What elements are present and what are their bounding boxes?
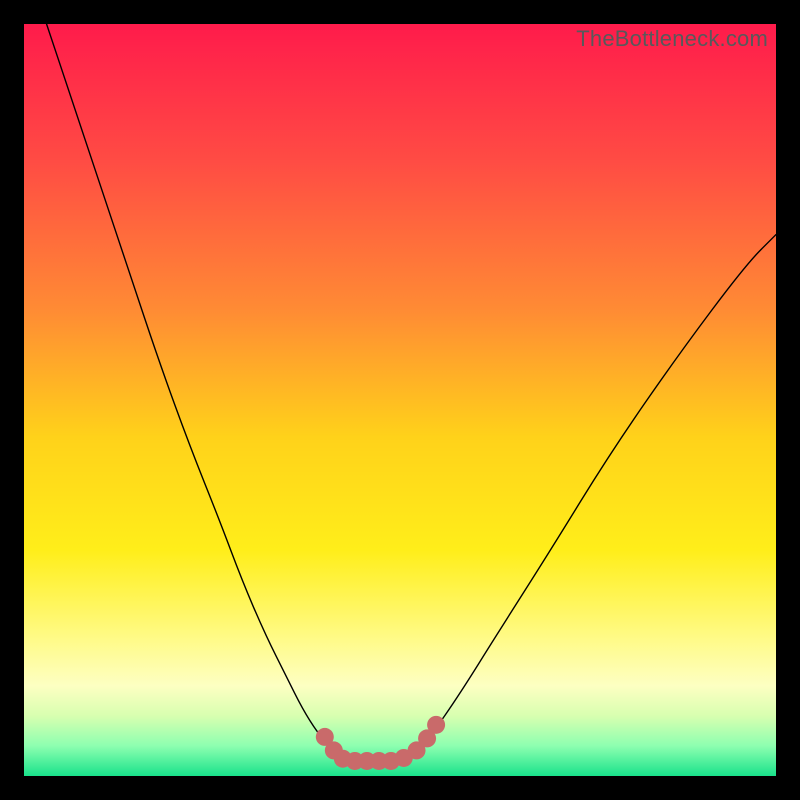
chart-frame: TheBottleneck.com [24,24,776,776]
gradient-background [24,24,776,776]
watermark-label: TheBottleneck.com [576,26,768,52]
valley-marker [427,716,445,734]
bottleneck-chart [24,24,776,776]
